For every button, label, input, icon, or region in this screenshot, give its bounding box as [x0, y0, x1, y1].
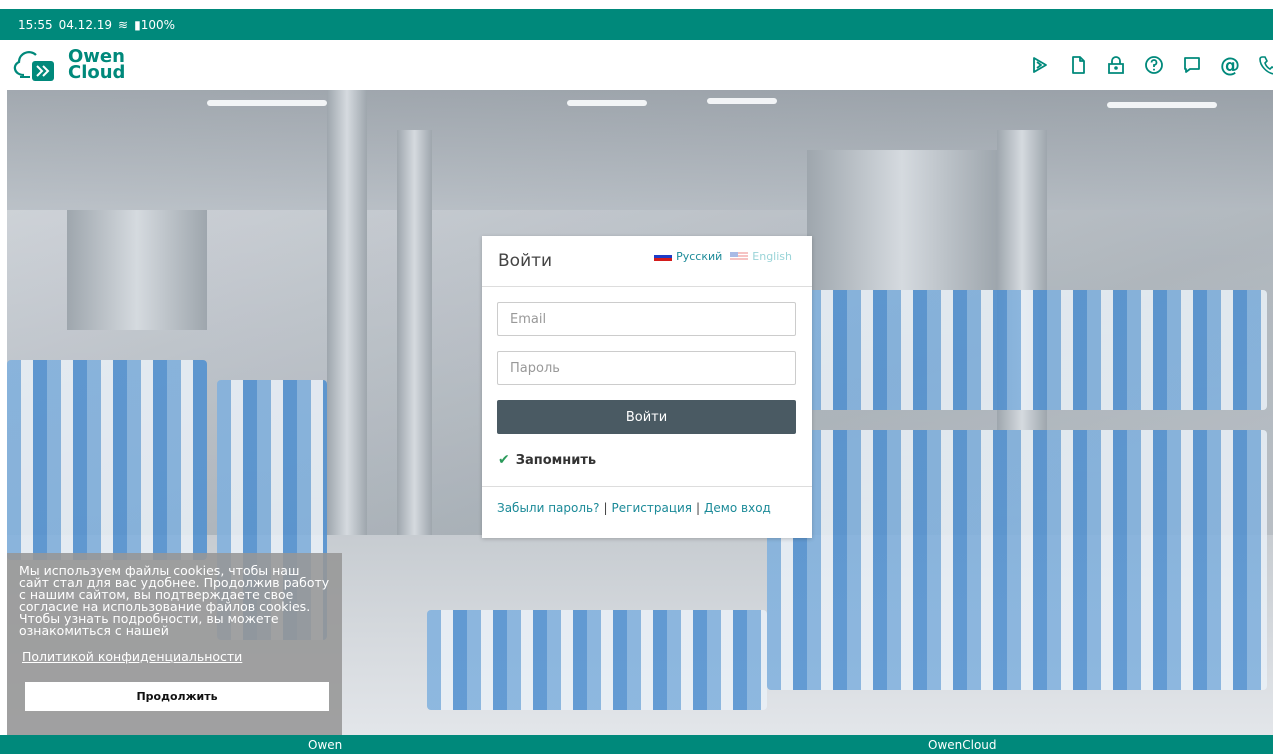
machine-cabinet [807, 150, 997, 290]
ceiling-light [567, 100, 647, 106]
ceiling-light [207, 100, 327, 106]
link-separator: | [603, 501, 608, 515]
language-switcher: Русский English [654, 250, 792, 263]
machine-cabinet [67, 210, 207, 330]
remember-label: Запомнить [515, 452, 597, 468]
conveyor-products [7, 360, 207, 560]
login-button[interactable]: Войти [497, 400, 796, 434]
us-flag-icon [730, 252, 749, 261]
footer-owencloud-link[interactable]: OwenCloud [928, 738, 997, 752]
password-input[interactable] [497, 351, 796, 385]
forgot-password-link[interactable]: Забыли пароль? [497, 501, 599, 515]
login-title: Войти [498, 251, 553, 271]
document-icon[interactable] [1067, 54, 1089, 76]
conveyor-products [427, 610, 767, 710]
ceiling [7, 90, 1273, 210]
logo[interactable]: Owen Cloud [10, 45, 125, 85]
login-header: Войти Русский English [482, 236, 812, 287]
checkmark-icon: ✔ [498, 452, 510, 468]
footer-bar: Owen OwenCloud [0, 735, 1273, 754]
chat-icon[interactable] [1181, 54, 1203, 76]
cookie-banner: Мы используем файлы cookies, чтобы наш с… [7, 553, 342, 735]
link-separator: | [696, 501, 701, 515]
lang-russian[interactable]: Русский [676, 250, 722, 263]
ceiling-light [1107, 102, 1217, 108]
ceiling-light [707, 98, 777, 104]
cloud-logo-icon [13, 51, 54, 81]
conveyor-products [807, 290, 1267, 410]
footer-owen-link[interactable]: Owen [308, 738, 342, 752]
email-input[interactable] [497, 302, 796, 336]
phone-icon[interactable] [1257, 54, 1273, 76]
header-icons: @ [1013, 53, 1273, 77]
help-icon[interactable] [1143, 54, 1165, 76]
cookie-continue-button[interactable]: Продолжить [25, 682, 329, 711]
demo-login-link[interactable]: Демо вход [704, 501, 771, 515]
russian-flag-icon [654, 252, 673, 261]
status-date: 04.12.19 [58, 17, 113, 32]
login-links: Забыли пароль? | Регистрация | Демо вход [497, 501, 771, 515]
status-bar: 15:55 04.12.19 ≋ ▮ 100% [0, 9, 1273, 40]
privacy-policy-link[interactable]: Политикой конфиденциальности [22, 650, 242, 663]
app-header: Owen Cloud @ [0, 40, 1273, 90]
register-link[interactable]: Регистрация [612, 501, 692, 515]
login-panel: Войти Русский English Войти ✔ Запомнить … [482, 236, 812, 538]
email-icon[interactable]: @ [1219, 53, 1241, 77]
status-time: 15:55 [18, 17, 53, 32]
play-icon[interactable] [1029, 54, 1051, 76]
logo-text: Owen Cloud [68, 46, 126, 83]
conveyor-products [767, 430, 1267, 690]
login-footer: Забыли пароль? | Регистрация | Демо вход [482, 486, 812, 539]
remember-checkbox[interactable]: ✔ Запомнить [498, 452, 596, 468]
battery-icon: ▮ [134, 17, 141, 32]
lock-icon[interactable] [1105, 54, 1127, 76]
lang-english[interactable]: English [752, 250, 792, 263]
cookie-text: Мы используем файлы cookies, чтобы наш с… [19, 563, 330, 638]
wifi-icon: ≋ [118, 17, 129, 32]
status-battery: 100% [140, 17, 176, 32]
machine-pillar [327, 90, 367, 610]
